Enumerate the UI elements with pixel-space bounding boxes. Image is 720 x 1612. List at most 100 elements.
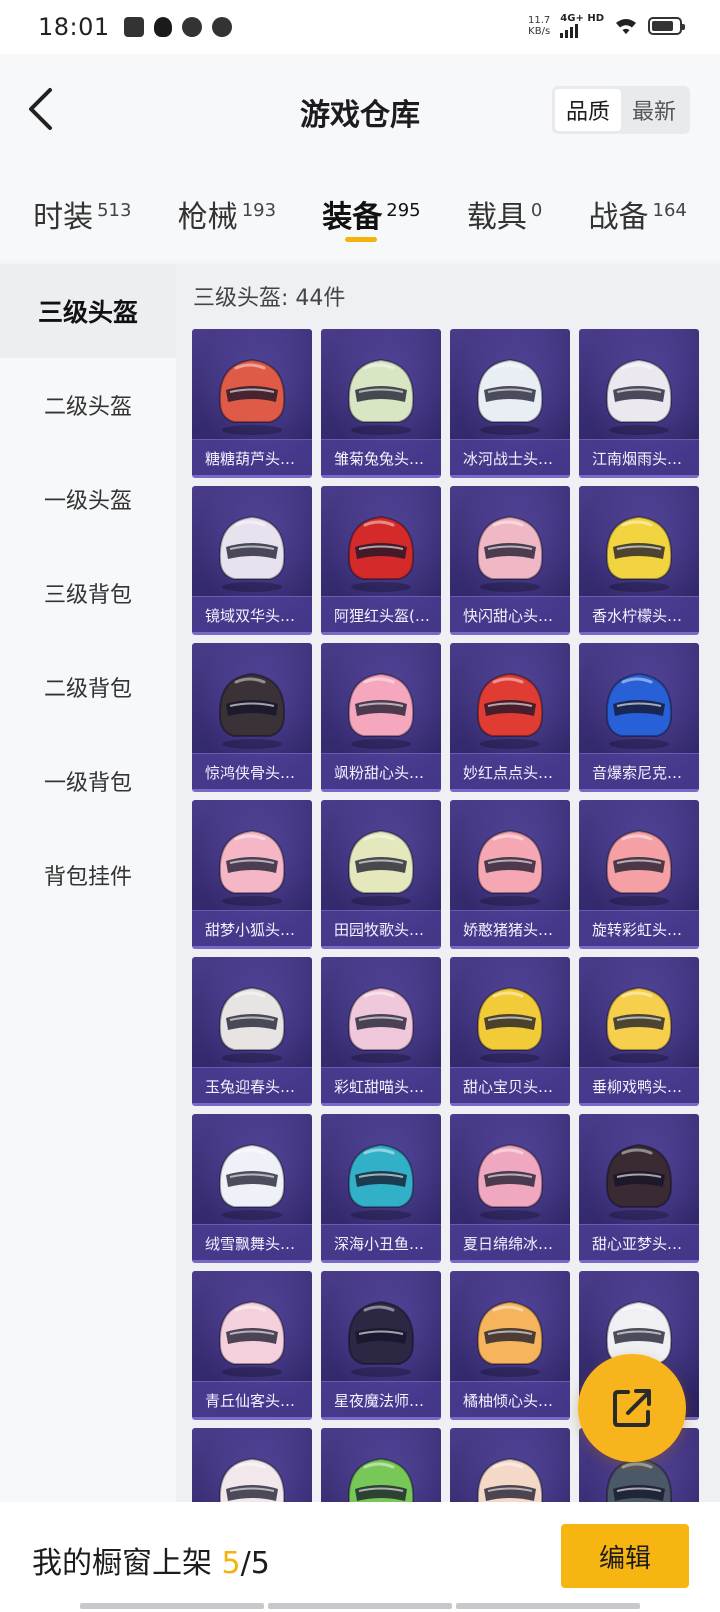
item-name: 玉兔迎春头… <box>192 1067 312 1103</box>
share-button[interactable] <box>578 1354 686 1462</box>
item-name: 妙红点点头… <box>450 753 570 789</box>
item-card[interactable] <box>450 1428 570 1502</box>
item-name: 冰河战士头… <box>450 439 570 475</box>
item-card[interactable]: 冰河战士头… <box>450 329 570 478</box>
item-card[interactable]: 江南烟雨头… <box>579 329 699 478</box>
helmet-icon <box>605 672 673 749</box>
item-name: 娇憨猪猪头… <box>450 910 570 946</box>
helmet-icon <box>476 829 544 906</box>
item-card[interactable] <box>321 1428 441 1502</box>
tab-equipment[interactable]: 装备 295 <box>322 164 421 260</box>
item-card[interactable]: 青丘仙客头… <box>192 1271 312 1420</box>
helmet-icon <box>218 986 286 1063</box>
item-art <box>321 1436 441 1502</box>
section-title: 三级头盔: 44件 <box>193 286 346 311</box>
item-name: 夏日绵绵冰… <box>450 1224 570 1260</box>
helmet-icon <box>605 986 673 1063</box>
item-art <box>192 808 312 918</box>
item-name: 飒粉甜心头… <box>321 753 441 789</box>
item-card[interactable]: 雏菊兔兔头… <box>321 329 441 478</box>
item-art <box>192 1436 312 1502</box>
item-card[interactable]: 娇憨猪猪头… <box>450 800 570 949</box>
sidebar-item-level3-backpack[interactable]: 三级背包 <box>0 546 176 640</box>
sidebar-item-level3-helmet[interactable]: 三级头盔 <box>0 264 176 358</box>
helmet-icon <box>476 986 544 1063</box>
item-card[interactable]: 深海小丑鱼… <box>321 1114 441 1263</box>
sort-toggle: 品质 最新 <box>552 86 690 134</box>
item-card[interactable]: 甜心宝贝头… <box>450 957 570 1106</box>
notification-icons <box>123 17 232 37</box>
item-art <box>450 1436 570 1502</box>
item-name: 甜心宝贝头… <box>450 1067 570 1103</box>
helmet-icon <box>347 1457 415 1502</box>
item-name: 音爆索尼克… <box>579 753 699 789</box>
helmet-icon <box>218 1300 286 1377</box>
gesture-bar <box>80 1603 640 1609</box>
item-card[interactable]: 甜梦小狐头… <box>192 800 312 949</box>
item-card[interactable]: 妙红点点头… <box>450 643 570 792</box>
item-card[interactable]: 镜域双华头… <box>192 486 312 635</box>
chat-bubble-icon <box>181 17 202 37</box>
item-card[interactable]: 绒雪飘舞头… <box>192 1114 312 1263</box>
item-art <box>579 494 699 604</box>
item-art <box>192 965 312 1075</box>
item-name: 香水柠檬头… <box>579 596 699 632</box>
item-art <box>579 1122 699 1232</box>
item-name: 雏菊兔兔头… <box>321 439 441 475</box>
helmet-icon <box>218 829 286 906</box>
sidebar-item-backpack-charm[interactable]: 背包挂件 <box>0 828 176 922</box>
sort-newest-button[interactable]: 最新 <box>621 89 687 131</box>
tab-fashion[interactable]: 时装 513 <box>33 164 131 260</box>
item-art <box>579 965 699 1075</box>
item-name: 镜域双华头… <box>192 596 312 632</box>
item-card[interactable]: 香水柠檬头… <box>579 486 699 635</box>
helmet-icon <box>605 829 673 906</box>
item-card[interactable]: 旋转彩虹头… <box>579 800 699 949</box>
item-card[interactable]: 垂柳戏鸭头… <box>579 957 699 1106</box>
sort-quality-button[interactable]: 品质 <box>555 89 621 131</box>
sidebar-item-level1-backpack[interactable]: 一级背包 <box>0 734 176 828</box>
sidebar-item-level2-backpack[interactable]: 二级背包 <box>0 640 176 734</box>
item-card[interactable]: 飒粉甜心头… <box>321 643 441 792</box>
tab-supplies[interactable]: 战备 164 <box>589 164 687 260</box>
item-card[interactable]: 惊鸿侠骨头… <box>192 643 312 792</box>
tab-vehicles[interactable]: 载具 0 <box>467 164 542 260</box>
sidebar-item-level1-helmet[interactable]: 一级头盔 <box>0 452 176 546</box>
helmet-icon <box>476 515 544 592</box>
helmet-icon <box>347 1300 415 1377</box>
bottom-bar: 我的橱窗上架 5/5 编辑 <box>0 1502 720 1612</box>
item-card[interactable]: 快闪甜心头… <box>450 486 570 635</box>
helmet-icon <box>605 1143 673 1220</box>
item-card[interactable] <box>192 1428 312 1502</box>
item-card[interactable]: 夏日绵绵冰… <box>450 1114 570 1263</box>
edit-button[interactable]: 编辑 <box>561 1524 689 1588</box>
item-card[interactable]: 田园牧歌头… <box>321 800 441 949</box>
item-art <box>579 808 699 918</box>
app-logo-icon <box>211 17 232 37</box>
item-card[interactable]: 橘柚倾心头… <box>450 1271 570 1420</box>
status-time: 18:01 <box>38 13 110 41</box>
item-card[interactable]: 音爆索尼克… <box>579 643 699 792</box>
item-art <box>450 651 570 761</box>
item-name: 惊鸿侠骨头… <box>192 753 312 789</box>
header: 游戏仓库 品质 最新 <box>0 54 720 164</box>
net-speed: 11.7 KB/s <box>528 15 551 37</box>
showcase-status: 我的橱窗上架 5/5 <box>32 1546 270 1581</box>
item-card[interactable]: 彩虹甜喵头… <box>321 957 441 1106</box>
item-card[interactable]: 星夜魔法师… <box>321 1271 441 1420</box>
item-art <box>321 1122 441 1232</box>
item-name: 橘柚倾心头… <box>450 1381 570 1417</box>
tab-firearms[interactable]: 枪械 193 <box>178 164 276 260</box>
item-name: 深海小丑鱼… <box>321 1224 441 1260</box>
item-card[interactable]: 阿狸红头盔(… <box>321 486 441 635</box>
category-tabs: 时装 513 枪械 193 装备 295 载具 0 战备 164 <box>0 164 720 260</box>
item-art <box>450 494 570 604</box>
item-card[interactable]: 玉兔迎春头… <box>192 957 312 1106</box>
gallery-icon <box>123 17 144 37</box>
item-card[interactable]: 糖糖葫芦头… <box>192 329 312 478</box>
helmet-icon <box>347 829 415 906</box>
item-card[interactable]: 甜心亚梦头… <box>579 1114 699 1263</box>
showcase-current-count: 5 <box>221 1546 241 1581</box>
sidebar-item-level2-helmet[interactable]: 二级头盔 <box>0 358 176 452</box>
item-name: 甜梦小狐头… <box>192 910 312 946</box>
